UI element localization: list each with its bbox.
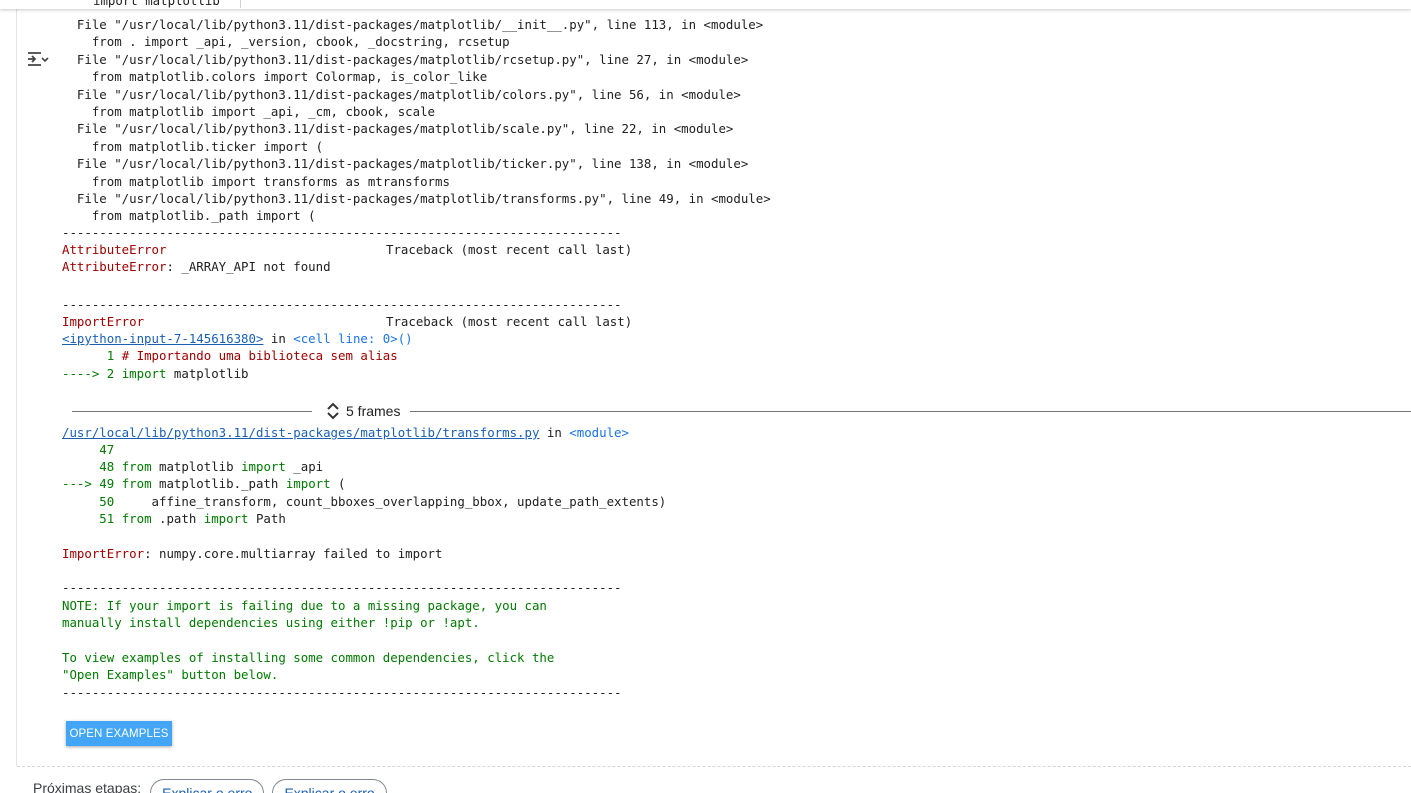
- separator: ----------------------------------------…: [62, 580, 622, 595]
- traceback-line: File "/usr/local/lib/python3.11/dist-pac…: [62, 51, 749, 67]
- attribute-error-message: AttributeError: _ARRAY_API not found: [62, 258, 331, 275]
- separator: ----------------------------------------…: [62, 685, 622, 700]
- note-line-4: "Open Examples" button below.: [62, 667, 279, 682]
- arrow-line-number: ---> 49: [62, 476, 122, 491]
- traceback-line: File "/usr/local/lib/python3.11/dist-pac…: [62, 17, 764, 32]
- cell-line-link[interactable]: <cell line: 0>: [293, 331, 397, 346]
- in-word: in: [539, 425, 570, 440]
- note-line-2: manually install dependencies using eith…: [62, 615, 480, 630]
- traceback-line: File "/usr/local/lib/python3.11/dist-pac…: [62, 156, 749, 172]
- header-divider: [240, 0, 241, 8]
- input-location: <ipython-input-7-145616380> in <cell lin…: [62, 330, 413, 347]
- next-steps-bar: Próximas etapas: Explicar o erro Explica…: [33, 778, 395, 793]
- collapsed-frames-row: 5 frames: [72, 401, 1411, 421]
- unfold-icon: [327, 402, 339, 420]
- final-error-message: ImportError: numpy.core.multiarray faile…: [62, 545, 442, 562]
- output-actions-icon: [28, 52, 49, 66]
- code-rest: affine_transform, count_bboxes_overlappi…: [121, 494, 667, 509]
- code-mid: matplotlib: [151, 459, 242, 474]
- frames-rule-left: [72, 411, 312, 412]
- parens: (): [397, 331, 413, 346]
- code-mid: matplotlib._path: [151, 476, 286, 491]
- cell-separator: [17, 766, 1411, 767]
- arrow-line-number: ----> 2: [62, 366, 122, 381]
- expand-frames-button[interactable]: 5 frames: [326, 401, 400, 421]
- frame-line-51: 51 from .path import Path: [62, 510, 286, 527]
- keyword: import: [285, 476, 331, 491]
- keyword: import: [203, 511, 249, 526]
- line-number: 51: [62, 511, 122, 526]
- traceback-line: File "/usr/local/lib/python3.11/dist-pac…: [62, 191, 771, 206]
- frames-rule-right: [410, 411, 1411, 412]
- transforms-path-link[interactable]: /usr/local/lib/python3.11/dist-packages/…: [62, 425, 539, 440]
- code-line-2: ----> 2 import matplotlib: [62, 365, 249, 382]
- frame-location: /usr/local/lib/python3.11/dist-packages/…: [62, 424, 629, 441]
- keyword: from: [121, 476, 152, 491]
- explain-error-chip[interactable]: Explicar o erro: [150, 779, 265, 793]
- traceback-line: from matplotlib._path import (: [62, 208, 316, 224]
- cell-header-bar: import matplotlib: [0, 0, 1411, 9]
- traceback-line: File "/usr/local/lib/python3.11/dist-pac…: [62, 86, 741, 102]
- line-number: 50: [62, 494, 122, 509]
- traceback-line: from matplotlib import _api, _cm, cbook,…: [62, 104, 435, 119]
- frame-line-49: ---> 49 from matplotlib._path import (: [62, 475, 346, 492]
- frame-line-48: 48 from matplotlib import _api: [62, 458, 323, 475]
- error-message: : _ARRAY_API not found: [166, 259, 331, 274]
- frame-line-47: 47: [62, 442, 115, 457]
- cell-left-border: [16, 0, 17, 766]
- separator: ----------------------------------------…: [62, 297, 622, 312]
- line-number: 1: [62, 348, 122, 363]
- error-name: ImportError: [62, 314, 145, 329]
- next-steps-label: Próximas etapas:: [33, 780, 142, 793]
- code-mid: .path: [151, 511, 204, 526]
- explain-error-chip[interactable]: Explicar o erro: [272, 779, 387, 793]
- code-rest: (: [330, 476, 346, 491]
- traceback-label: Traceback (most recent call last): [386, 242, 633, 257]
- traceback-line: from matplotlib import transforms as mtr…: [62, 173, 450, 189]
- module-link[interactable]: <module>: [569, 425, 629, 440]
- ipython-input-link[interactable]: <ipython-input-7-145616380>: [62, 331, 263, 346]
- code-comment: # Importando uma biblioteca sem alias: [121, 348, 398, 363]
- code-line-1: 1 # Importando uma biblioteca sem alias: [62, 347, 398, 364]
- output-toggle-icon[interactable]: [25, 48, 49, 70]
- traceback-line: from matplotlib.ticker import (: [62, 138, 324, 154]
- open-examples-button[interactable]: OPEN EXAMPLES: [66, 721, 172, 746]
- traceback-line: File "/usr/local/lib/python3.11/dist-pac…: [62, 121, 734, 137]
- keyword: import: [241, 459, 286, 474]
- code-rest: _api: [285, 459, 324, 474]
- traceback-label: Traceback (most recent call last): [386, 314, 633, 329]
- frames-label: 5 frames: [346, 403, 401, 419]
- error-message: : numpy.core.multiarray failed to import: [144, 546, 443, 561]
- error-name: AttributeError: [62, 242, 167, 257]
- import-error-header: ImportError Traceback (most recent call l…: [62, 313, 632, 330]
- traceback-line: from . import _api, _version, cbook, _do…: [62, 34, 510, 50]
- in-word: in: [263, 331, 294, 346]
- keyword: import: [121, 366, 167, 381]
- attribute-error-header: AttributeError Traceback (most recent cal…: [62, 241, 632, 258]
- note-line-1: NOTE: If your import is failing due to a…: [62, 598, 547, 613]
- frame-line-50: 50 affine_transform, count_bboxes_overla…: [62, 493, 666, 510]
- keyword: from: [121, 511, 152, 526]
- separator: ----------------------------------------…: [62, 225, 622, 240]
- code-rest: matplotlib: [166, 366, 249, 381]
- line-number: 48: [62, 459, 122, 474]
- truncated-code-line: import matplotlib: [93, 0, 220, 8]
- traceback-line: from matplotlib.colors import Colormap, …: [62, 69, 488, 85]
- error-name: ImportError: [62, 546, 145, 561]
- code-rest: Path: [248, 511, 286, 526]
- error-name: AttributeError: [62, 259, 167, 274]
- cell-output: File "/usr/local/lib/python3.11/dist-pac…: [62, 0, 1402, 700]
- keyword: from: [121, 459, 152, 474]
- note-line-3: To view examples of installing some comm…: [62, 650, 555, 665]
